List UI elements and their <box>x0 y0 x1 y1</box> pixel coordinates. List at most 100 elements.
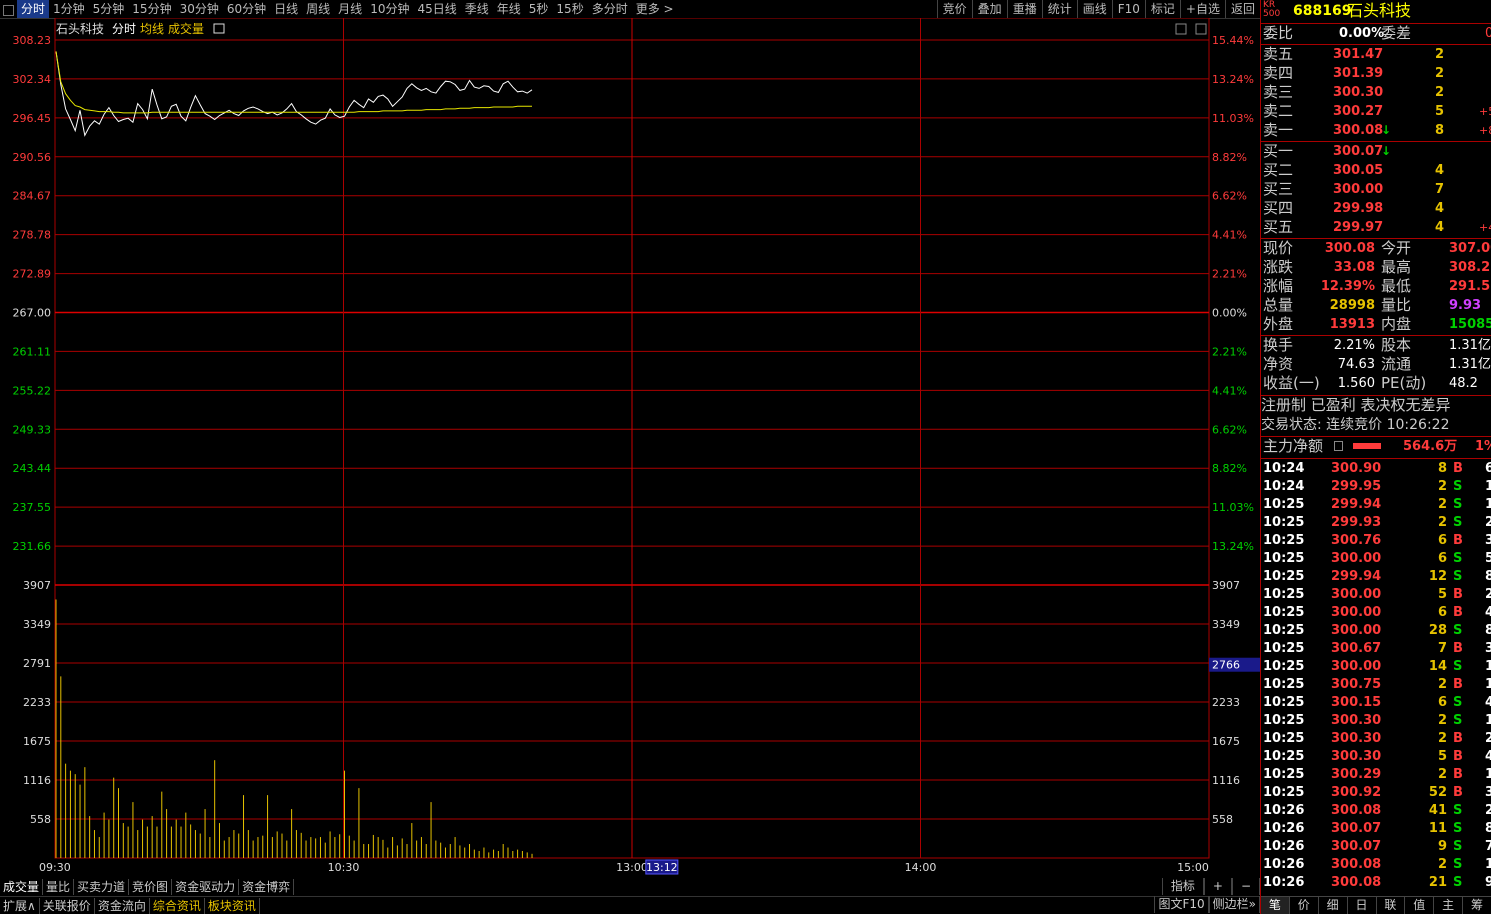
bid-label: 买三 <box>1263 180 1294 198</box>
price-tick: 272.89 <box>13 268 52 281</box>
indicator-tab[interactable]: 资金博弈 <box>239 878 295 895</box>
panel-tab[interactable]: 主 <box>1434 897 1464 914</box>
weibi-label: 委比 <box>1263 24 1294 42</box>
panel-tab[interactable]: 筹 <box>1463 897 1491 914</box>
period-tab[interactable]: 日线 <box>270 0 302 18</box>
tick-row[interactable]: 10:25 300.00 28 S 8 <box>1261 622 1491 640</box>
indicator-control[interactable]: 指标 <box>1161 878 1204 895</box>
tick-row[interactable]: 10:25 299.94 2S 1 <box>1261 496 1491 514</box>
period-tab[interactable]: 多分时 <box>588 0 632 18</box>
bid-row[interactable]: 买五 299.97 4 +4 <box>1261 218 1491 237</box>
info-tab[interactable]: 关联报价 <box>40 897 95 914</box>
tick-price: 300.29 <box>1331 767 1382 782</box>
indicator-tab[interactable]: 成交量 <box>0 878 44 895</box>
ask-row[interactable]: 卖三 300.30 2 <box>1261 83 1491 102</box>
vol-tick-right: 1116 <box>1212 774 1240 787</box>
ask-row[interactable]: 卖四 301.39 2 <box>1261 64 1491 83</box>
bid-row[interactable]: 买二 300.05 4 <box>1261 161 1491 180</box>
panel-tab[interactable]: 联 <box>1377 897 1406 914</box>
toolbar-tool[interactable]: 竞价 <box>936 0 972 18</box>
tick-row[interactable]: 10:25 300.00 14 S 11 <box>1261 658 1491 676</box>
period-tab[interactable]: 月线 <box>334 0 366 18</box>
ask-row[interactable]: 卖二 300.27 5 +5 <box>1261 102 1491 121</box>
tick-row[interactable]: 10:25 300.92 52 B 31 <box>1261 784 1491 802</box>
period-tab[interactable]: 5分钟 <box>89 0 129 18</box>
intraday-chart[interactable]: 石头科技 分时 均线 成交量 308.23 15.44% 302.34 13.24% 296.4… <box>0 17 1260 878</box>
tick-row[interactable]: 10:25 300.30 5B 4 <box>1261 748 1491 766</box>
indicator-control[interactable]: − <box>1231 878 1260 895</box>
tick-row[interactable]: 10:25 300.67 7B 3 <box>1261 640 1491 658</box>
ask-row[interactable]: 卖五 301.47 2 <box>1261 45 1491 64</box>
period-tab[interactable]: 30分钟 <box>176 0 223 18</box>
tick-row[interactable]: 10:25 300.15 6S 4 <box>1261 694 1491 712</box>
tick-row[interactable]: 10:25 300.00 6S 5 <box>1261 550 1491 568</box>
indicator-tab[interactable]: 资金驱动力 <box>172 878 240 895</box>
panel-tab[interactable]: 价 <box>1290 897 1319 914</box>
quote-label2: 今开 <box>1381 239 1412 257</box>
info-tab[interactable]: 资金流向 <box>95 897 150 914</box>
period-tab[interactable]: 60分钟 <box>223 0 270 18</box>
toolbar-tool[interactable]: 重播 <box>1006 0 1042 18</box>
tick-side: B <box>1453 731 1463 746</box>
toolbar-tool[interactable]: 统计 <box>1041 0 1077 18</box>
bid-row[interactable]: 买一 300.07 ↓ <box>1261 142 1491 161</box>
period-tab[interactable]: 10分钟 <box>366 0 413 18</box>
indicator-tab[interactable]: 竞价图 <box>129 878 173 895</box>
panel-tab[interactable]: 值 <box>1405 897 1435 914</box>
chart-svg[interactable]: 石头科技 分时 均线 成交量 308.23 15.44% 302.34 13.24% 296.4… <box>0 17 1260 878</box>
period-tab[interactable]: 周线 <box>302 0 334 18</box>
toolbar-tool[interactable]: 叠加 <box>971 0 1007 18</box>
indicator-tab[interactable]: 买卖力道 <box>74 878 130 895</box>
bid-volume: 4 <box>1434 163 1444 178</box>
info-tab[interactable]: 综合资讯 <box>150 897 205 914</box>
tick-row[interactable]: 10:25 300.76 6B 3 <box>1261 532 1491 550</box>
toolbar-tool[interactable]: 画线 <box>1076 0 1112 18</box>
panel-tab[interactable]: 细 <box>1319 897 1348 914</box>
tick-row[interactable]: 10:25300.302B2 <box>1261 730 1491 748</box>
period-tab[interactable]: 15分钟 <box>128 0 175 18</box>
bid-row[interactable]: 买四 299.98 4 <box>1261 199 1491 218</box>
indicator-control[interactable]: + <box>1203 878 1232 895</box>
tick-row[interactable]: 10:25 300.75 2B 1 <box>1261 676 1491 694</box>
tick-row[interactable]: 10:25299.932S2 <box>1261 514 1491 532</box>
period-tab[interactable]: 年线 <box>493 0 525 18</box>
side-control[interactable]: 侧边栏» <box>1208 896 1260 913</box>
tick-row[interactable]: 10:24 299.95 2S 1 <box>1261 478 1491 496</box>
list-icon[interactable] <box>1334 441 1343 451</box>
panel-tab[interactable]: 笔 <box>1261 897 1290 914</box>
tick-row[interactable]: 10:25 300.00 6B 4 <box>1261 604 1491 622</box>
period-tab[interactable]: 5秒 <box>525 0 553 18</box>
tick-row[interactable]: 10:26 300.08 41 S 25 <box>1261 802 1491 820</box>
period-tab[interactable]: 15秒 <box>552 0 587 18</box>
tick-row[interactable]: 10:26 300.07 9S 7 <box>1261 838 1491 856</box>
bid-row[interactable]: 买三 300.00 7 <box>1261 180 1491 199</box>
tick-time: 10:24 <box>1263 479 1305 494</box>
indicator-tab[interactable]: 量比 <box>43 878 75 895</box>
tick-row[interactable]: 10:25 299.94 12 S 8 <box>1261 568 1491 586</box>
tick-row[interactable]: 10:26 300.08 2S 1 <box>1261 856 1491 874</box>
tick-row[interactable]: 10:26 300.07 11 S 8 <box>1261 820 1491 838</box>
period-tab[interactable]: 分时 <box>17 0 50 18</box>
panel-tab[interactable]: 日 <box>1348 897 1377 914</box>
toolbar-tool[interactable]: 标记 <box>1144 0 1180 18</box>
down-arrow-icon: ↓ <box>1381 123 1392 137</box>
tick-row[interactable]: 10:26 300.08 21 S 9 <box>1261 874 1491 892</box>
info-tab[interactable]: 板块资讯 <box>205 897 260 914</box>
tick-row[interactable]: 10:25 300.29 2B 1 <box>1261 766 1491 784</box>
main-flow-row[interactable]: 主力净额 564.6万 1% <box>1261 437 1491 456</box>
period-tab[interactable]: 1分钟 <box>49 0 89 18</box>
tick-row[interactable]: 10:24 300.90 8B 6 <box>1261 460 1491 478</box>
period-tab[interactable]: 季线 <box>461 0 493 18</box>
info-tab[interactable]: 扩展∧ <box>0 897 40 914</box>
toolbar-tool[interactable]: +自选 <box>1179 0 1225 18</box>
period-tab[interactable]: 45日线 <box>413 0 460 18</box>
period-tab[interactable]: 更多 > <box>632 0 678 18</box>
tick-row[interactable]: 10:25 300.30 2S 1 <box>1261 712 1491 730</box>
tick-row[interactable]: 10:25 300.00 5B 2 <box>1261 586 1491 604</box>
side-control[interactable]: 图文F10 <box>1154 896 1209 913</box>
window-icon[interactable] <box>3 5 14 16</box>
toolbar-tool[interactable]: F10 <box>1111 0 1145 18</box>
ask-row[interactable]: 卖一 300.08↓ 8 +8 <box>1261 121 1491 140</box>
tick-price: 300.92 <box>1331 785 1382 800</box>
toolbar-tool[interactable]: 返回 <box>1224 0 1260 18</box>
